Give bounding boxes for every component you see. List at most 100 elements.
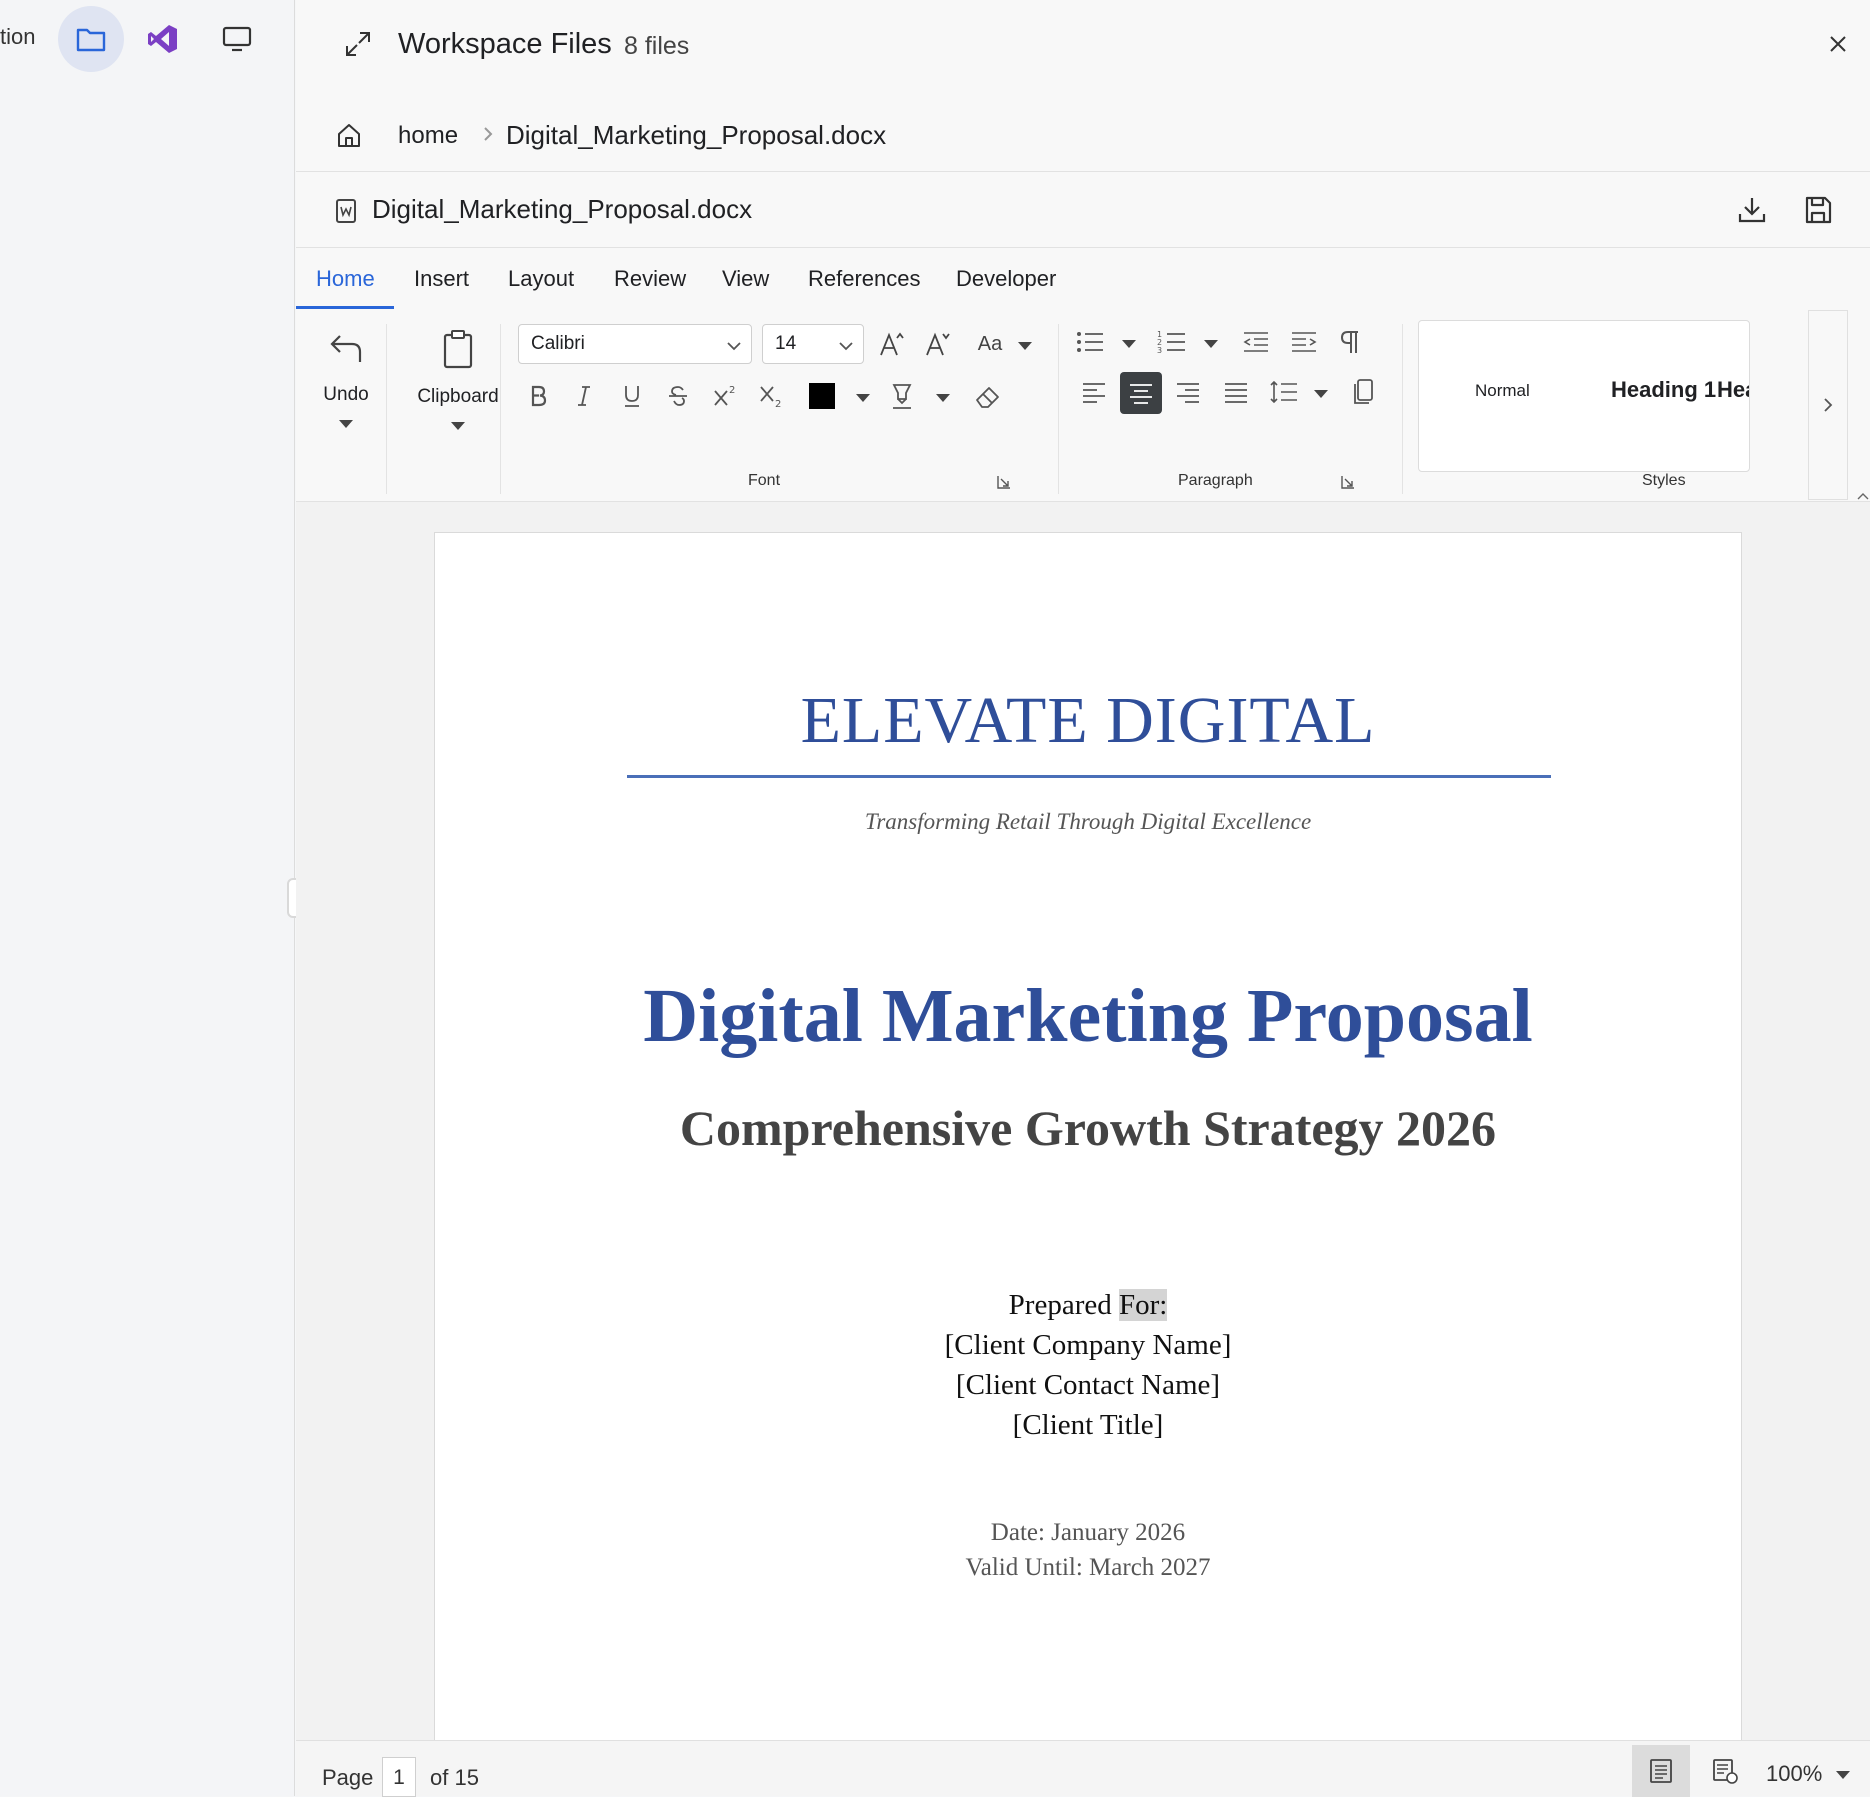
strikethrough-button[interactable]	[660, 378, 696, 414]
zoom-level[interactable]: 100%	[1766, 1761, 1822, 1787]
group-separator	[500, 324, 501, 494]
font-color-button[interactable]	[804, 378, 840, 414]
document-canvas[interactable]: ELEVATE DIGITAL Transforming Retail Thro…	[296, 502, 1870, 1740]
shrink-font-button[interactable]	[920, 326, 956, 362]
pilcrow-icon	[1340, 331, 1358, 353]
client-title: [Client Title]	[1012, 1409, 1164, 1441]
undo-button[interactable]: Undo	[314, 328, 378, 434]
subscript-button[interactable]: 2	[754, 378, 790, 414]
breadcrumb-file[interactable]: Digital_Marketing_Proposal.docx	[506, 120, 886, 151]
decrease-indent-button[interactable]	[1238, 324, 1274, 360]
highlight-caret[interactable]	[936, 394, 950, 402]
tab-insert[interactable]: Insert	[414, 266, 469, 292]
workspace-files-panel: Workspace Files 8 files home Digital_Mar…	[296, 0, 1870, 1797]
tagline: Transforming Retail Through Digital Exce…	[864, 809, 1312, 834]
align-right-button[interactable]	[1170, 374, 1206, 410]
superscript-icon: 2	[714, 385, 735, 406]
styles-gallery: Normal Heading 1 Hea	[1418, 320, 1750, 472]
line-spacing-icon	[1270, 380, 1297, 404]
grow-font-button[interactable]	[874, 326, 910, 362]
tab-home[interactable]: Home	[316, 266, 375, 292]
download-icon[interactable]	[1736, 194, 1768, 231]
bullets-button[interactable]	[1072, 324, 1108, 360]
monitor-icon	[222, 26, 252, 52]
visual-studio-rail-button[interactable]	[130, 6, 196, 72]
file-bar: Digital_Marketing_Proposal.docx	[296, 174, 1870, 248]
styles-next-button[interactable]	[1808, 310, 1848, 500]
font-size-select[interactable]: 14	[762, 324, 864, 364]
italic-button[interactable]	[566, 378, 602, 414]
clipboard-button[interactable]: Clipboard	[400, 328, 516, 436]
align-left-button[interactable]	[1076, 374, 1112, 410]
grow-font-icon	[880, 332, 904, 356]
monitor-rail-button[interactable]	[204, 6, 270, 72]
svg-text:2: 2	[729, 385, 735, 396]
chevron-down-icon	[839, 342, 853, 351]
clipboard-icon	[443, 330, 473, 369]
justify-button[interactable]	[1218, 374, 1254, 410]
line-spacing-caret[interactable]	[1314, 390, 1328, 398]
chevron-down-icon	[727, 342, 741, 351]
tab-developer[interactable]: Developer	[956, 266, 1056, 292]
tab-review[interactable]: Review	[614, 266, 686, 292]
web-layout-button[interactable]	[1700, 1747, 1750, 1795]
increase-indent-button[interactable]	[1286, 324, 1322, 360]
undo-dropdown-caret[interactable]	[339, 420, 353, 428]
font-family-select[interactable]: Calibri	[518, 324, 752, 364]
line-spacing-button[interactable]	[1266, 374, 1302, 410]
clear-formatting-button[interactable]	[970, 378, 1006, 414]
bullets-caret[interactable]	[1122, 340, 1136, 348]
strikethrough-icon	[669, 386, 687, 406]
highlight-button[interactable]	[884, 378, 920, 414]
web-layout-icon	[1713, 1759, 1738, 1784]
date-block: Date: January 2026 Valid Until: March 20…	[435, 1515, 1741, 1585]
clipboard-dropdown-caret[interactable]	[451, 422, 465, 430]
style-normal[interactable]: Normal	[1475, 381, 1530, 401]
justify-icon	[1225, 383, 1247, 403]
shrink-font-icon	[926, 332, 950, 356]
company-divider	[627, 775, 1551, 778]
style-heading-2[interactable]: Hea	[1717, 377, 1749, 403]
italic-icon	[578, 386, 590, 406]
svg-text:3: 3	[1157, 346, 1162, 355]
bulleted-list-icon	[1077, 332, 1103, 352]
tab-layout[interactable]: Layout	[508, 266, 574, 292]
numbering-caret[interactable]	[1204, 340, 1218, 348]
bold-button[interactable]	[520, 378, 556, 414]
chevron-right-icon	[478, 120, 498, 153]
expand-icon[interactable]	[344, 30, 372, 63]
superscript-button[interactable]: 2	[708, 378, 744, 414]
style-heading-1[interactable]: Heading 1	[1611, 377, 1716, 403]
page-setup-button[interactable]	[1346, 374, 1382, 410]
paragraph-group-label: Paragraph	[1178, 472, 1253, 489]
decrease-indent-icon	[1243, 332, 1268, 352]
status-bar: Page 1 of 15 100%	[296, 1740, 1870, 1797]
tab-references[interactable]: References	[808, 266, 921, 292]
align-center-button[interactable]	[1120, 372, 1162, 414]
zoom-caret[interactable]	[1836, 1771, 1850, 1779]
change-case-caret[interactable]	[1018, 342, 1032, 350]
font-group-label: Font	[748, 472, 781, 489]
tab-view[interactable]: View	[722, 266, 769, 292]
breadcrumb-home[interactable]: home	[398, 122, 458, 150]
print-layout-button[interactable]	[1632, 1745, 1690, 1797]
document-page[interactable]: ELEVATE DIGITAL Transforming Retail Thro…	[434, 532, 1742, 1740]
numbering-button[interactable]: 123	[1154, 324, 1190, 360]
files-rail-button[interactable]	[58, 6, 124, 72]
word-document-icon	[334, 198, 358, 229]
page-label: Page	[322, 1765, 374, 1790]
selected-text: For:	[1118, 1289, 1168, 1321]
folder-icon	[76, 28, 106, 52]
svg-text:2: 2	[775, 399, 781, 409]
close-icon[interactable]	[1826, 32, 1850, 61]
show-formatting-button[interactable]	[1332, 324, 1368, 360]
save-icon[interactable]	[1802, 194, 1834, 231]
change-case-button[interactable]: Aa	[968, 326, 1012, 362]
paragraph-dialog-launcher-icon[interactable]	[1340, 474, 1356, 495]
subscript-icon: 2	[760, 386, 781, 409]
home-icon[interactable]	[334, 120, 364, 155]
underline-button[interactable]	[614, 378, 650, 414]
page-number-input[interactable]: 1	[382, 1757, 416, 1797]
font-color-caret[interactable]	[856, 394, 870, 402]
font-dialog-launcher-icon[interactable]	[996, 474, 1012, 495]
